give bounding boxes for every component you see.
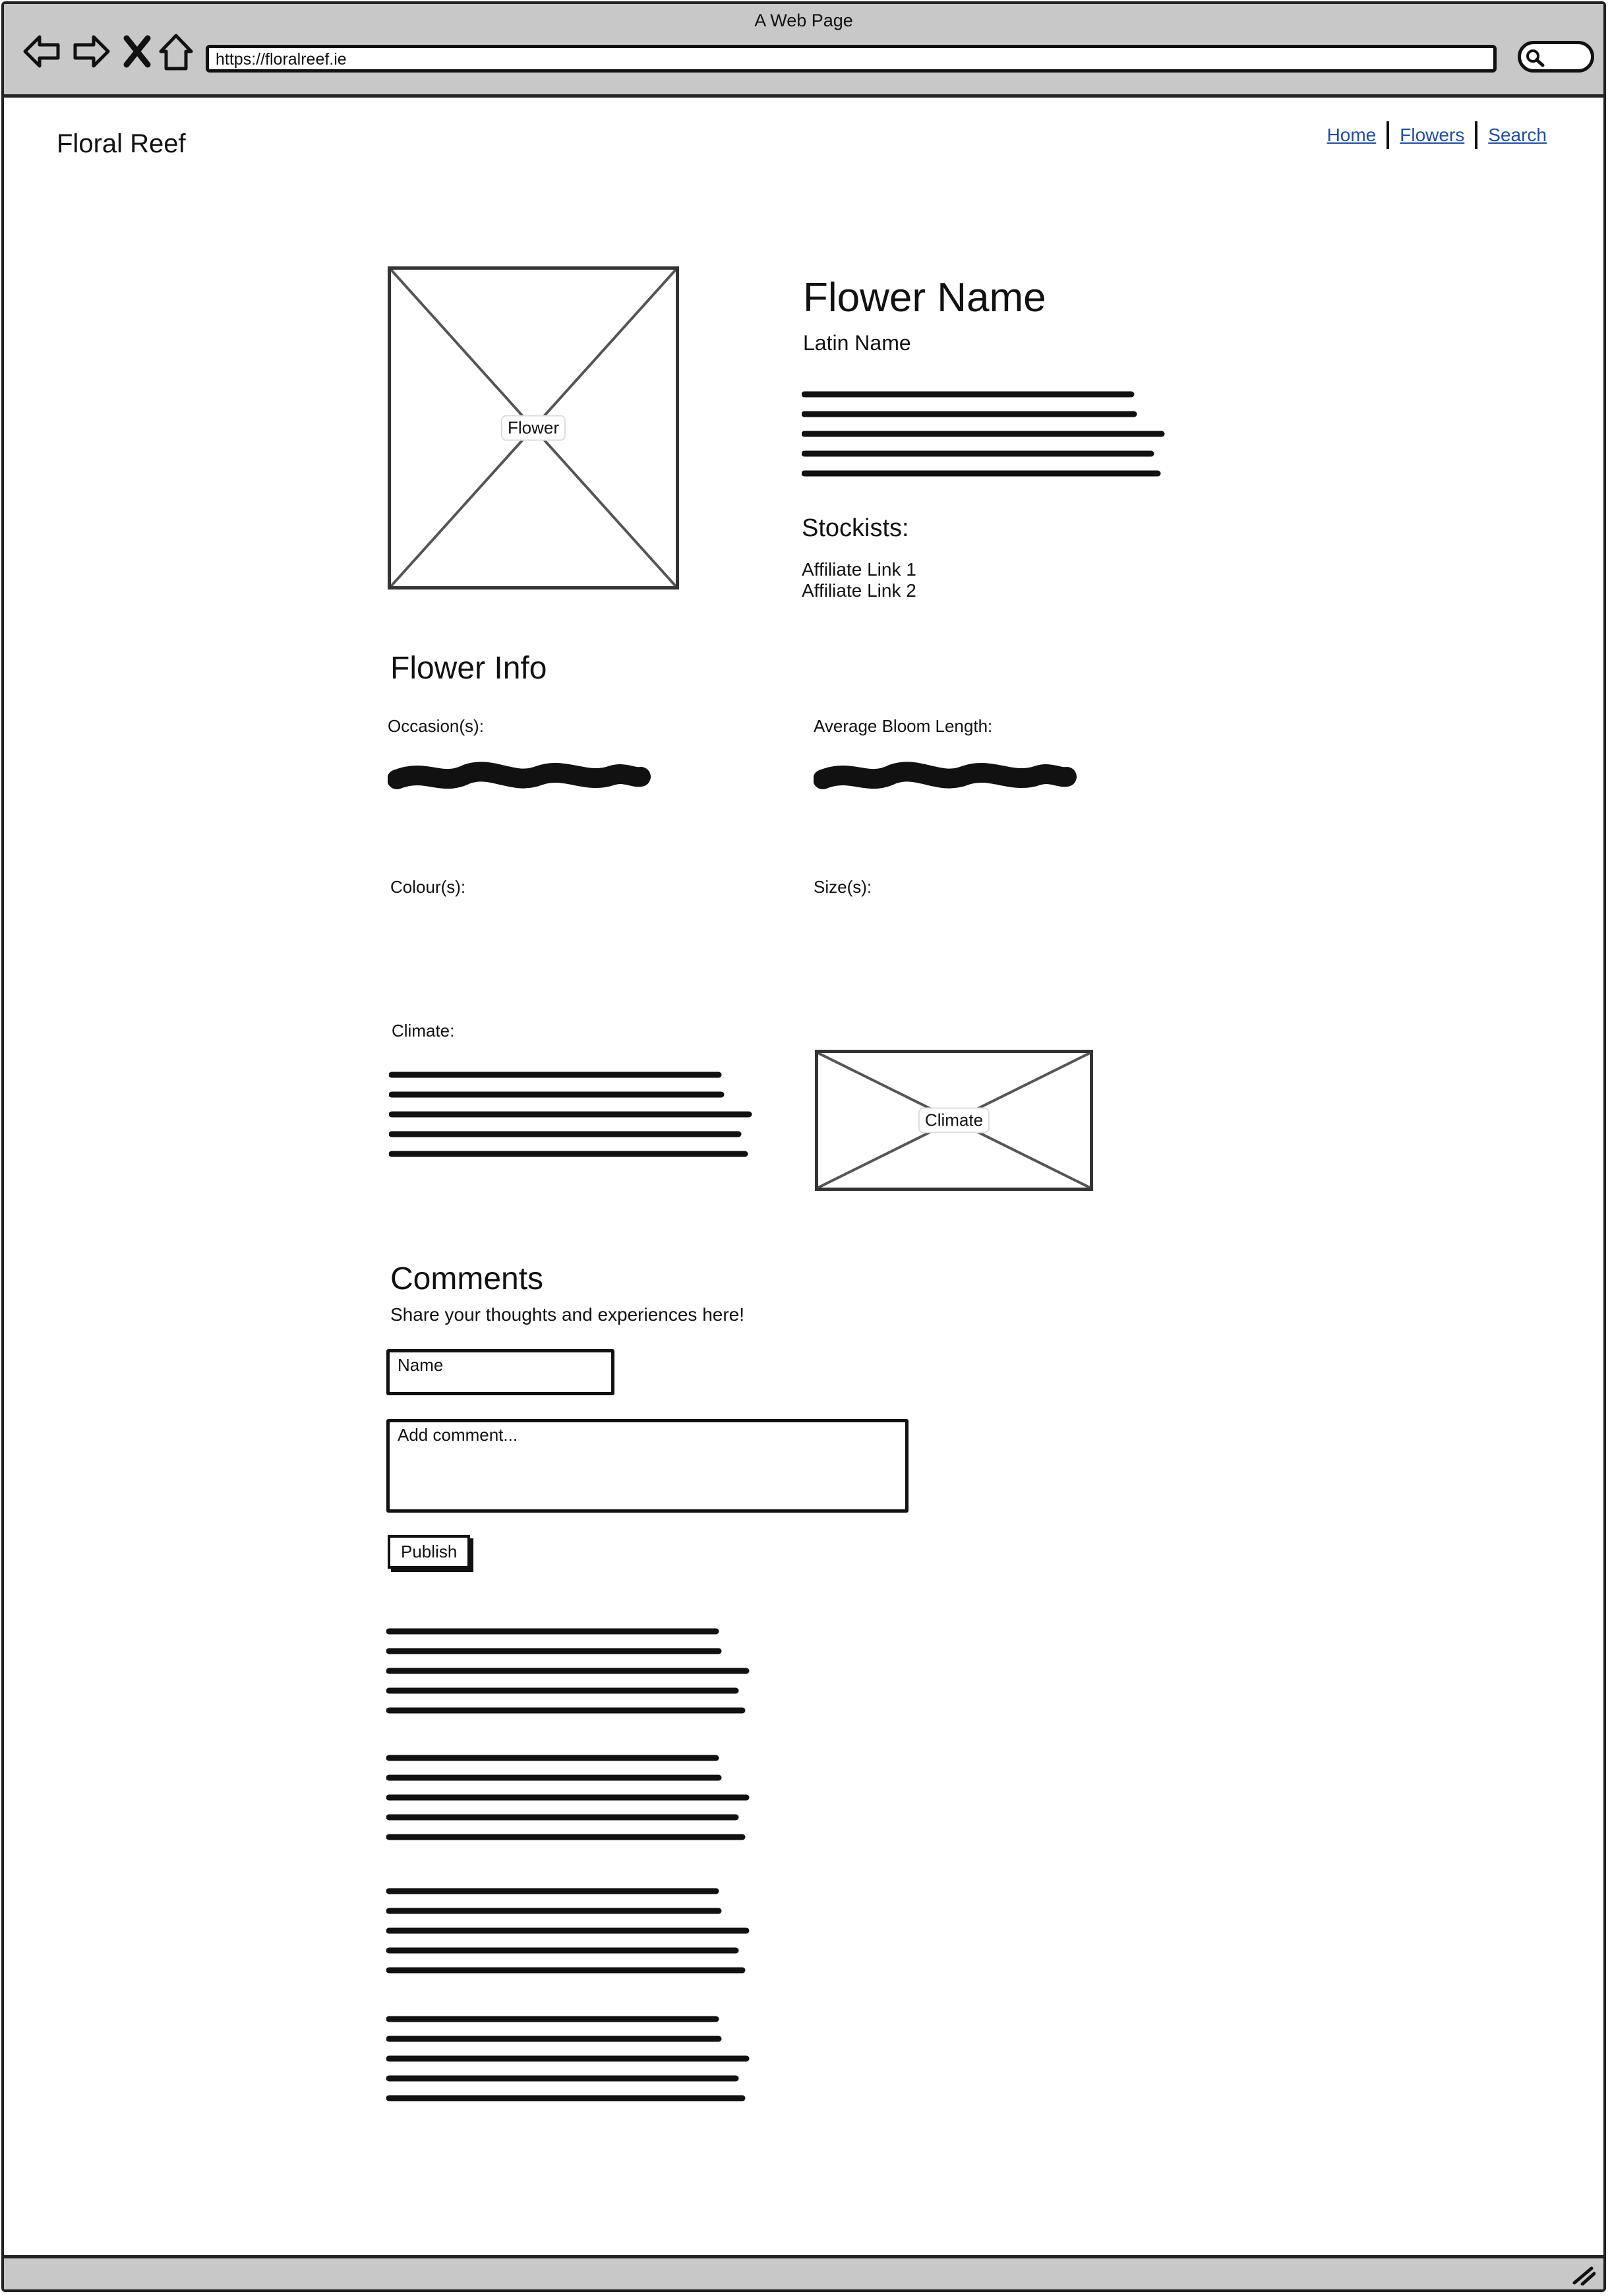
- resize-grip-icon[interactable]: [1572, 2266, 1595, 2285]
- url-text: https://floralreef.ie: [216, 50, 347, 69]
- affiliate-link-1[interactable]: Affiliate Link 1: [802, 559, 916, 580]
- comment-textarea-placeholder: Add comment...: [398, 1425, 518, 1445]
- colours-label: Colour(s):: [390, 877, 466, 897]
- browser-titlebar: A Web Page https://floralreef.ie: [4, 4, 1603, 98]
- back-arrow-icon[interactable]: [22, 33, 62, 70]
- comment-item: [386, 1628, 750, 1714]
- nav-divider: [1386, 121, 1390, 149]
- publish-button[interactable]: Publish: [388, 1535, 471, 1569]
- climate-image: Climate: [815, 1050, 1093, 1191]
- comment-item: [386, 1888, 750, 1974]
- comment-textarea[interactable]: Add comment...: [386, 1419, 909, 1513]
- nav-home-link[interactable]: Home: [1327, 125, 1377, 146]
- top-navigation: Home Flowers Search: [1327, 121, 1547, 149]
- comment-item: [386, 2016, 750, 2101]
- flower-image-caption: Flower: [500, 415, 566, 441]
- url-bar[interactable]: https://floralreef.ie: [206, 45, 1497, 73]
- occasions-value-placeholder: [388, 762, 651, 789]
- nav-flowers-link[interactable]: Flowers: [1400, 125, 1464, 146]
- close-icon[interactable]: [123, 33, 152, 70]
- affiliate-link-2[interactable]: Affiliate Link 2: [802, 580, 916, 601]
- latin-name: Latin Name: [803, 331, 911, 355]
- bloom-length-value-placeholder: [814, 762, 1077, 789]
- comments-heading: Comments: [390, 1261, 544, 1296]
- occasions-label: Occasion(s):: [388, 716, 484, 736]
- description-placeholder-text: [802, 391, 1165, 477]
- sizes-label: Size(s):: [814, 877, 872, 897]
- nav-divider: [1475, 121, 1478, 149]
- bloom-length-label: Average Bloom Length:: [814, 716, 993, 736]
- climate-image-caption: Climate: [918, 1107, 990, 1133]
- comments-subheading: Share your thoughts and experiences here…: [390, 1304, 745, 1325]
- window-title: A Web Page: [754, 11, 853, 30]
- home-icon[interactable]: [158, 33, 194, 71]
- stockists-heading: Stockists:: [802, 514, 909, 542]
- search-icon: [1526, 49, 1545, 67]
- browser-search-button[interactable]: [1518, 41, 1594, 73]
- flower-image: Flower: [388, 266, 679, 589]
- browser-statusbar: [4, 2255, 1603, 2289]
- name-input[interactable]: Name: [386, 1349, 614, 1395]
- climate-label: Climate:: [392, 1021, 455, 1041]
- browser-window: A Web Page https://floralreef.ie Floral …: [1, 1, 1606, 2292]
- flower-info-heading: Flower Info: [390, 651, 547, 686]
- forward-arrow-icon[interactable]: [71, 33, 111, 70]
- flower-name: Flower Name: [803, 275, 1046, 320]
- site-logo[interactable]: Floral Reef: [57, 129, 186, 159]
- climate-description-placeholder: [389, 1072, 752, 1157]
- comment-item: [386, 1755, 750, 1840]
- nav-search-link[interactable]: Search: [1488, 125, 1547, 146]
- name-input-placeholder: Name: [398, 1355, 444, 1375]
